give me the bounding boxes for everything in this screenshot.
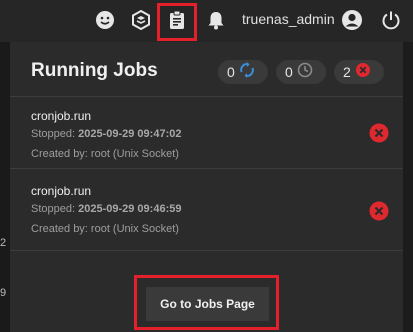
- job-created-by: Created by: root (Unix Socket): [31, 148, 179, 160]
- divider: [10, 96, 403, 97]
- power-icon[interactable]: [380, 9, 402, 31]
- waiting-count-badge[interactable]: 0: [276, 60, 326, 84]
- panel-header: Running Jobs 0 0 2: [10, 42, 403, 98]
- stopped-time: 2025-09-29 09:46:59: [78, 203, 182, 215]
- job-failed-icon[interactable]: [369, 123, 389, 143]
- job-stopped: Stopped: 2025-09-29 09:46:59: [31, 203, 181, 215]
- panel-title: Running Jobs: [31, 60, 158, 81]
- top-bar: truenas_admin: [0, 0, 413, 42]
- running-count-badge[interactable]: 0: [218, 60, 268, 84]
- job-created-by: Created by: root (Unix Socket): [31, 223, 179, 235]
- waiting-count: 0: [285, 64, 293, 80]
- job-failed-icon[interactable]: [369, 201, 389, 221]
- failed-count-badge[interactable]: 2: [334, 60, 384, 84]
- button-highlight: [134, 275, 279, 330]
- stopped-time: 2025-09-29 09:47:02: [78, 128, 182, 140]
- divider: [10, 168, 403, 169]
- background-mark: 9: [0, 287, 7, 299]
- background-strip-right: [403, 42, 413, 332]
- bell-icon[interactable]: [205, 9, 227, 31]
- sync-icon: [239, 61, 255, 83]
- failed-count: 2: [343, 64, 351, 80]
- job-name: cronjob.run: [31, 184, 92, 198]
- job-item[interactable]: cronjob.run Stopped: 2025-09-29 09:47:02…: [10, 98, 403, 178]
- clock-icon: [297, 62, 313, 83]
- clipboard-icon[interactable]: [166, 9, 188, 31]
- smiley-icon[interactable]: [94, 9, 116, 31]
- stopped-label: Stopped:: [31, 203, 76, 215]
- job-stopped: Stopped: 2025-09-29 09:47:02: [31, 128, 181, 140]
- job-name: cronjob.run: [31, 109, 92, 123]
- running-count: 0: [227, 64, 235, 80]
- truecommand-icon[interactable]: [130, 9, 152, 31]
- username[interactable]: truenas_admin: [242, 11, 335, 27]
- job-item[interactable]: cronjob.run Stopped: 2025-09-29 09:46:59…: [10, 170, 403, 250]
- background-mark: 2: [0, 237, 7, 249]
- failed-x-icon: [355, 62, 371, 83]
- user-circle-icon[interactable]: [341, 9, 363, 31]
- divider: [10, 250, 403, 251]
- stopped-label: Stopped:: [31, 128, 76, 140]
